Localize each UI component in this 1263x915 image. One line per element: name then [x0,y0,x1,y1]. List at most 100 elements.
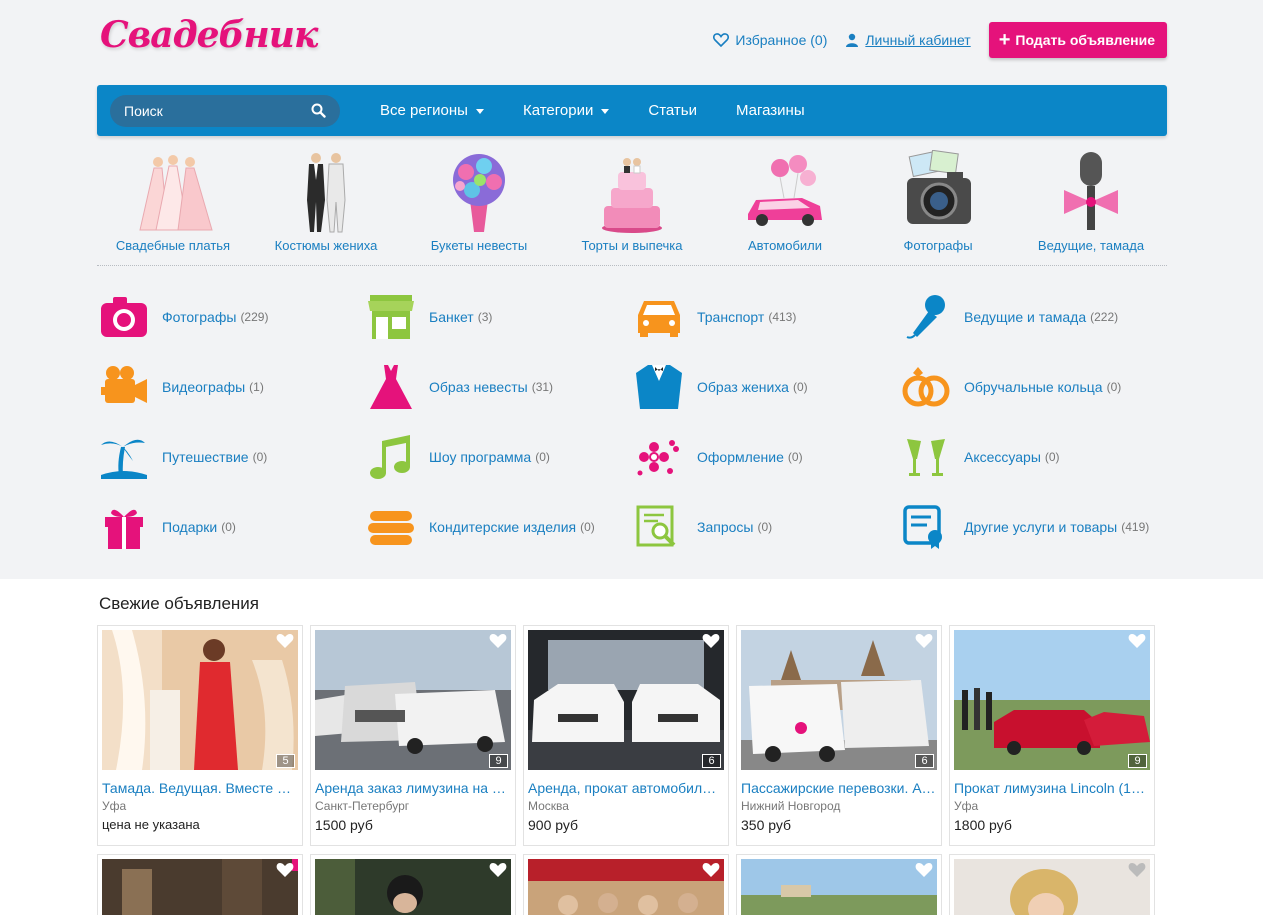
favorite-heart-icon[interactable] [702,862,720,883]
listing-card[interactable]: 6 Аренда, прокат автомобил… Москва 900 р… [523,625,729,846]
featured-cars[interactable]: Автомобили [709,150,861,265]
favorite-heart-icon[interactable] [276,862,294,883]
listing-city: Уфа [954,799,979,813]
listing-card[interactable]: 9 Аренда заказ лимузина на … Санкт-Петер… [310,625,516,846]
header-actions: Избранное (0) Личный кабинет + Подать об… [713,22,1167,58]
favorite-heart-icon[interactable] [489,633,507,654]
category-name: Фотографы [162,309,237,325]
category-travel[interactable]: Путешествие (0) [97,422,364,492]
nav-regions-label: Все регионы [380,102,468,119]
section-title: Свежие объявления [99,594,259,613]
category-groom-look[interactable]: Образ жениха (0) [632,352,899,422]
listing-photo [528,859,724,915]
nav-categories[interactable]: Категории [523,102,610,119]
favorite-heart-icon[interactable] [702,633,720,654]
champagne-icon [899,430,953,484]
category-accessories[interactable]: Аксессуары (0) [899,422,1167,492]
car-icon [632,290,686,344]
camera-icon [893,150,983,234]
photo-count-badge: 6 [915,754,934,768]
favorite-heart-icon[interactable] [276,633,294,654]
featured-cakes[interactable]: Торты и выпечка [556,150,708,265]
post-ad-button[interactable]: + Подать объявление [988,22,1167,58]
favorites-link[interactable]: Избранное (0) [713,32,827,48]
flowers-icon [632,430,686,484]
listing-photo [102,859,298,915]
category-bride-look[interactable]: Образ невесты (31) [364,352,632,422]
featured-groom-suits[interactable]: Костюмы жениха [250,150,402,265]
category-show[interactable]: Шоу программа (0) [364,422,632,492]
category-count: (419) [1121,520,1150,534]
groom-suits-icon [281,150,371,234]
listing-price: цена не указана [102,817,200,832]
listing-photo: 9 [954,630,1150,770]
listing-city: Уфа [102,799,127,813]
category-count: (31) [531,380,554,394]
featured-wedding-dresses[interactable]: Свадебные платья [97,150,249,265]
listing-card[interactable] [949,854,1155,915]
category-transport[interactable]: Транспорт (413) [632,282,899,352]
category-gifts[interactable]: Подарки (0) [97,492,364,562]
listing-title[interactable]: Прокат лимузина Lincoln (1… [954,780,1150,796]
category-name: Путешествие [162,449,249,465]
category-name: Кондитерские изделия [429,519,577,535]
video-camera-icon [97,360,151,414]
category-count: (229) [240,310,269,324]
main-nav: Все регионы Категории Статьи Магазины [97,85,1167,136]
listing-price: 1800 руб [954,817,1012,833]
cake-layers-icon [364,500,418,554]
category-banquet[interactable]: Банкет (3) [364,282,632,352]
listing-card[interactable]: 6 Пассажирские перевозки. А… Нижний Новг… [736,625,942,846]
category-confectionery[interactable]: Кондитерские изделия (0) [364,492,632,562]
listing-card[interactable] [736,854,942,915]
listing-price: 1500 руб [315,817,373,833]
category-name: Шоу программа [429,449,532,465]
listing-card[interactable]: 5 Тамада. Ведущая. Вместе … Уфа цена не … [97,625,303,846]
search-input[interactable] [124,102,294,119]
user-icon [846,33,859,47]
category-rings[interactable]: Обручальные кольца (0) [899,352,1167,422]
category-hosts[interactable]: Ведущие и тамада (222) [899,282,1167,352]
favorite-heart-icon[interactable] [915,862,933,883]
nav-articles[interactable]: Статьи [648,102,697,119]
nav-regions[interactable]: Все регионы [380,102,484,119]
featured-bouquets[interactable]: Букеты невесты [403,150,555,265]
category-photographers[interactable]: Фотографы (229) [97,282,364,352]
search-icon[interactable] [311,103,326,118]
caret-down-icon [601,109,610,114]
listing-photo: 6 [741,630,937,770]
cabinet-label: Личный кабинет [865,32,971,48]
category-other[interactable]: Другие услуги и товары (419) [899,492,1167,562]
category-videographers[interactable]: Видеографы (1) [97,352,364,422]
cabinet-link[interactable]: Личный кабинет [845,32,971,48]
dress-icon [364,360,418,414]
music-note-icon [364,430,418,484]
listing-card[interactable] [97,854,303,915]
listing-card[interactable] [523,854,729,915]
site-logo[interactable]: Свадебник [100,14,318,56]
category-count: (0) [535,450,550,464]
fresh-listings-section: Свежие объявления 5 Тамада. Ведущая. Вме… [0,579,1263,915]
listing-card[interactable] [310,854,516,915]
featured-photographers[interactable]: Фотографы [862,150,1014,265]
listing-photo [741,859,937,915]
nav-shops[interactable]: Магазины [736,102,805,119]
favorite-heart-icon[interactable] [489,862,507,883]
caret-down-icon [475,109,484,114]
category-requests[interactable]: Запросы (0) [632,492,899,562]
listing-title[interactable]: Аренда заказ лимузина на … [315,780,511,796]
favorite-heart-icon[interactable] [1128,862,1146,883]
favorite-heart-icon[interactable] [1128,633,1146,654]
category-decoration[interactable]: Оформление (0) [632,422,899,492]
featured-hosts[interactable]: Ведущие, тамада [1015,150,1167,265]
listing-title[interactable]: Пассажирские перевозки. А… [741,780,937,796]
listing-title[interactable]: Тамада. Ведущая. Вместе … [102,780,298,796]
category-count: (0) [787,450,803,464]
wedding-dresses-icon [128,150,218,234]
category-count: (0) [792,380,808,394]
favorite-heart-icon[interactable] [915,633,933,654]
listing-card[interactable]: 9 Прокат лимузина Lincoln (1… Уфа 1800 р… [949,625,1155,846]
camera-icon [97,290,151,344]
featured-label: Свадебные платья [115,238,231,253]
listing-title[interactable]: Аренда, прокат автомобил… [528,780,724,796]
